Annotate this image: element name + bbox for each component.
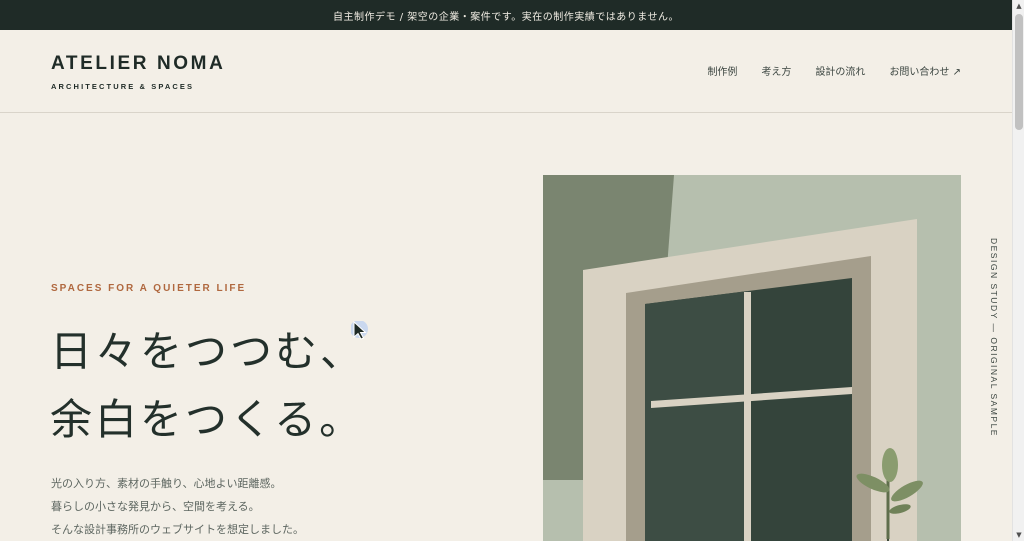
glass-highlight (645, 291, 748, 541)
mouse-pointer-icon (351, 321, 368, 340)
hero-description: 光の入り方、素材の手触り、心地よい距離感。 暮らしの小さな発見から、空間を考える… (51, 472, 304, 541)
page-scrollbar[interactable]: ▲ ▼ (1012, 0, 1024, 541)
hero-eyebrow: SPACES FOR A QUIETER LIFE (51, 283, 247, 294)
brand-logo[interactable]: ATELIER NOMA ARCHITECTURE & SPACES (51, 53, 225, 91)
triangle-up-icon[interactable]: ▲ (1013, 0, 1024, 12)
description-line-1: 光の入り方、素材の手触り、心地よい距離感。 (51, 477, 282, 490)
nav-item-philosophy[interactable]: 考え方 (761, 63, 791, 78)
description-line-3: そんな設計事務所のウェブサイトを想定しました。 (51, 523, 304, 536)
notice-bar: 自主制作デモ / 架空の企業・案件です。実在の制作実績ではありません。 (0, 0, 1012, 30)
nav-item-works[interactable]: 制作例 (707, 63, 737, 78)
description-line-2: 暮らしの小さな発見から、空間を考える。 (51, 500, 260, 513)
headline-line-2: 余白をつくる。 (50, 395, 365, 444)
site-header: ATELIER NOMA ARCHITECTURE & SPACES 制作例 考… (0, 30, 1012, 113)
nav-item-process[interactable]: 設計の流れ (815, 63, 865, 78)
scroll-thumb[interactable] (1015, 14, 1023, 130)
window-mullion (744, 292, 751, 541)
brand-tagline: ARCHITECTURE & SPACES (51, 82, 195, 91)
window-illustration (543, 175, 961, 541)
notice-text: 自主制作デモ / 架空の企業・案件です。実在の制作実績ではありません。 (333, 11, 679, 23)
triangle-down-icon[interactable]: ▼ (1013, 529, 1024, 541)
main-nav: 制作例 考え方 設計の流れ お問い合わせ ↗ (707, 63, 961, 78)
nav-item-contact[interactable]: お問い合わせ ↗ (889, 63, 961, 78)
hero-headline: 日々をつつむ、 余白をつくる。 (50, 318, 365, 454)
brand-name: ATELIER NOMA (51, 53, 226, 74)
headline-line-1: 日々をつつむ、 (50, 327, 366, 376)
side-label: DESIGN STUDY — ORIGINAL SAMPLE (989, 238, 999, 437)
